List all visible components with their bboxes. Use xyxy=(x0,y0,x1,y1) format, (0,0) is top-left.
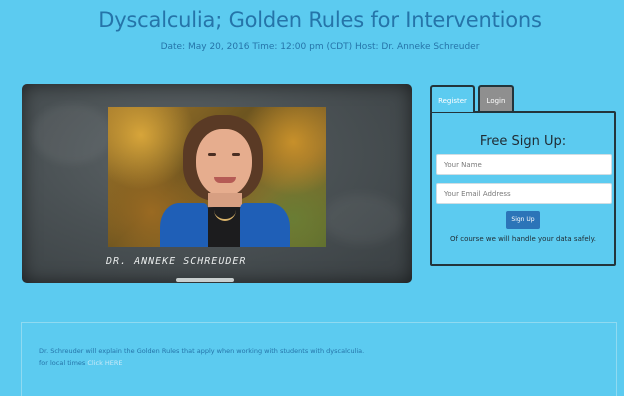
photo-mouth xyxy=(214,177,236,183)
photo-eye xyxy=(208,153,216,156)
page-title: Dyscalculia; Golden Rules for Interventi… xyxy=(98,8,542,32)
tab-login[interactable]: Login xyxy=(478,85,514,112)
privacy-note: Of course we will handle your data safel… xyxy=(450,235,596,243)
chalk-ledge xyxy=(176,278,234,282)
presenter-photo xyxy=(108,107,326,247)
tab-register[interactable]: Register xyxy=(430,85,475,112)
signup-button[interactable]: Sign Up xyxy=(506,211,540,229)
event-details: Date: May 20, 2016 Time: 12:00 pm (CDT) … xyxy=(160,42,480,52)
presenter-video-board[interactable]: DR. ANNEKE SCHREUDER xyxy=(22,84,412,283)
photo-jacket xyxy=(160,203,208,247)
presenter-name: DR. ANNEKE SCHREUDER xyxy=(106,256,247,267)
local-times-label: for local times xyxy=(39,359,88,367)
photo-eye xyxy=(232,153,240,156)
description-box: Dr. Schreuder will explain the Golden Ru… xyxy=(21,322,617,396)
local-times-link[interactable]: Click HERE xyxy=(87,359,122,367)
photo-jacket xyxy=(240,203,290,247)
description-text: Dr. Schreuder will explain the Golden Ru… xyxy=(39,347,365,355)
name-field[interactable]: Your Name xyxy=(436,154,612,175)
signup-panel: Free Sign Up: Your Name Your Email Addre… xyxy=(430,111,616,266)
chalk-smudge xyxy=(32,104,112,164)
chalk-smudge xyxy=(322,194,402,244)
email-field[interactable]: Your Email Address xyxy=(436,183,612,204)
signup-title: Free Sign Up: xyxy=(479,134,567,149)
photo-face xyxy=(196,129,252,197)
local-times-line: for local times Click HERE xyxy=(39,359,123,367)
